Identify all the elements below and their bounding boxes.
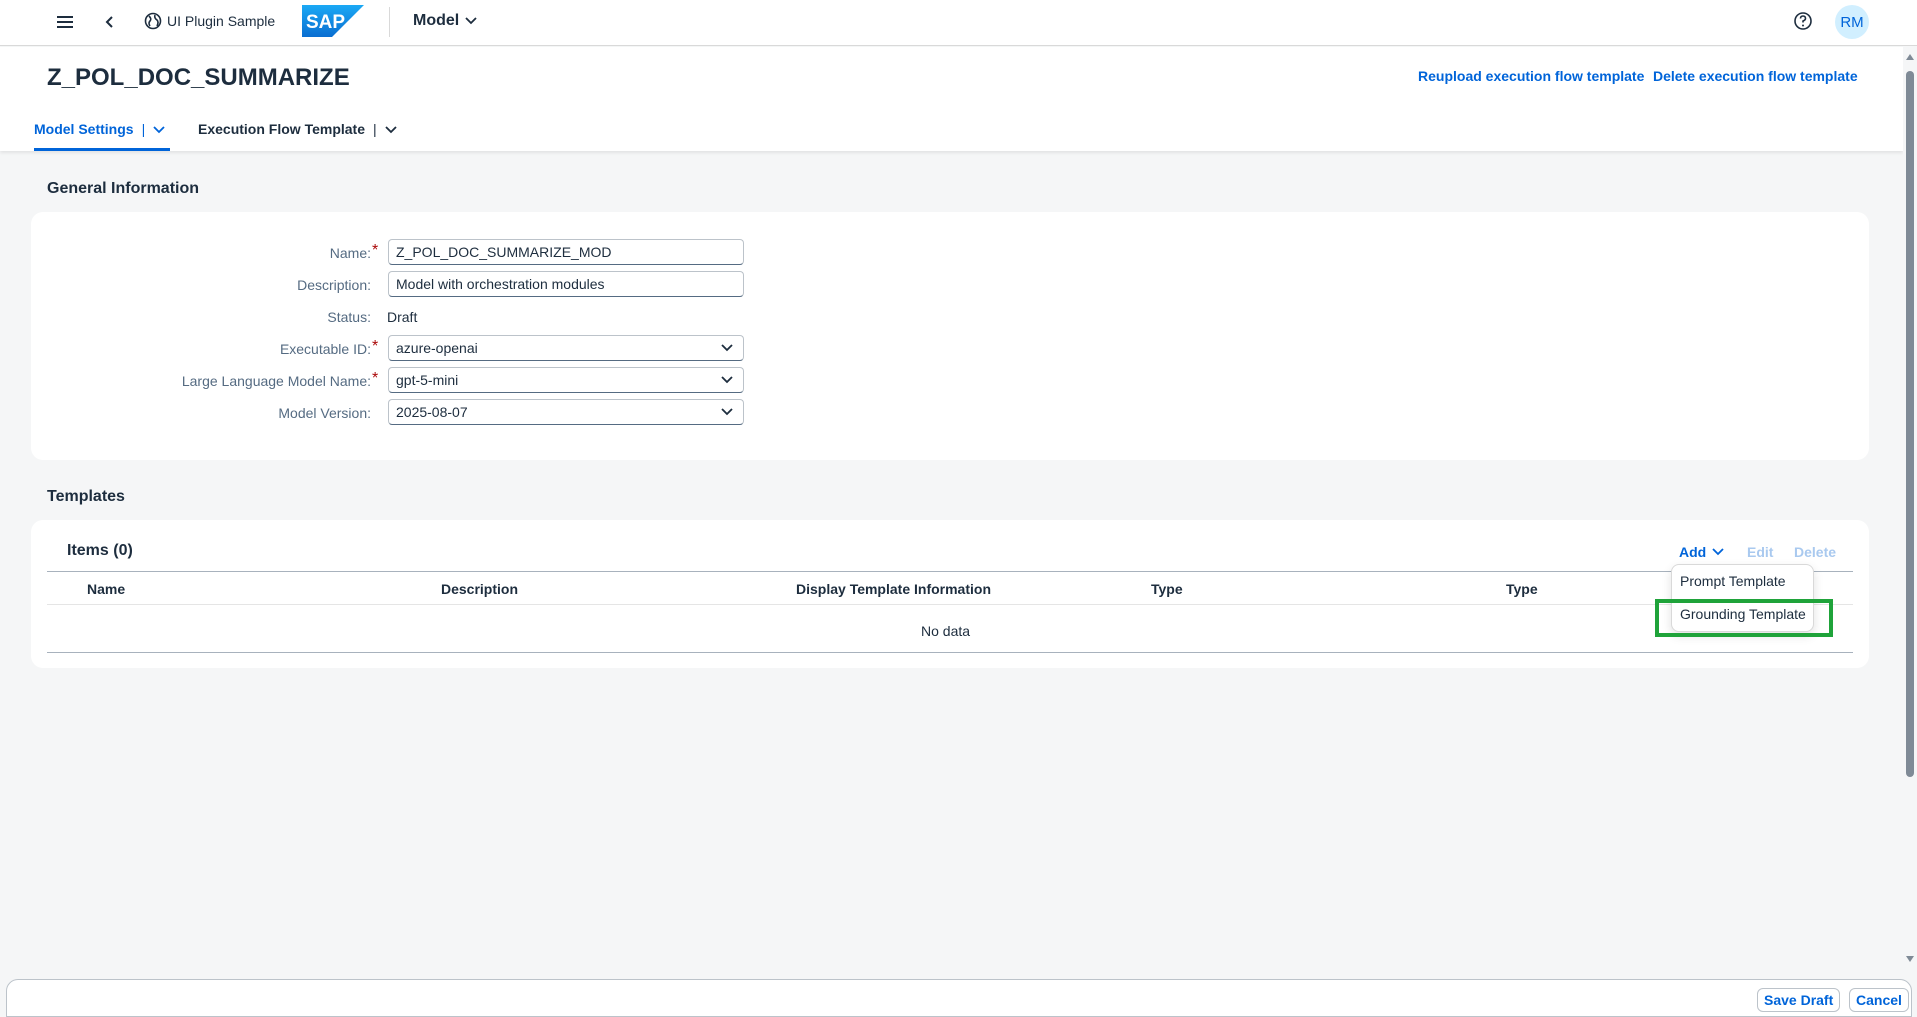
tab-model-settings[interactable]: Model Settings | [34,121,170,151]
model-version-row: Model Version: 2025-08-07 [31,399,751,427]
chevron-down-icon[interactable] [385,124,397,136]
scroll-down-arrow-icon[interactable] [1905,955,1915,963]
model-menu-button[interactable]: Model [413,12,477,30]
back-icon[interactable] [102,12,116,32]
items-count-title: Items (0) [67,542,133,559]
page-title: Z_POL_DOC_SUMMARIZE [47,64,350,91]
general-section-title: General Information [47,180,200,197]
chevron-down-icon[interactable] [721,344,733,352]
globe-icon [144,12,162,30]
object-header: Z_POL_DOC_SUMMARIZE Reupload execution f… [0,47,1903,151]
tab-execution-flow-template[interactable]: Execution Flow Template | [198,121,397,151]
llm-name-value: gpt-5-mini [396,372,459,388]
table-bottom-border [47,652,1853,653]
column-header-description[interactable]: Description [441,581,518,597]
scrollbar-thumb[interactable] [1906,71,1914,777]
sap-logo: SAP [302,5,364,37]
tab-label: Execution Flow Template [198,121,365,137]
name-row: Name: * Z_POL_DOC_SUMMARIZE_MOD [31,239,751,267]
app-title[interactable]: UI Plugin Sample [167,13,275,29]
status-row: Status: Draft [31,303,751,331]
svg-text:SAP: SAP [306,12,345,33]
chevron-down-icon[interactable] [721,376,733,384]
menu-item-prompt-template[interactable]: Prompt Template [1680,573,1786,589]
grounding-template-highlight [1655,599,1833,637]
status-label: Status: [327,309,371,325]
menu-icon[interactable] [55,12,75,32]
cancel-button[interactable]: Cancel [1849,988,1909,1012]
avatar[interactable]: RM [1835,5,1869,39]
name-input[interactable]: Z_POL_DOC_SUMMARIZE_MOD [388,239,744,265]
description-input[interactable]: Model with orchestration modules [388,271,744,297]
executable-id-row: Executable ID: * azure-openai [31,335,751,363]
column-header-type[interactable]: Type [1151,581,1183,597]
required-marker: * [372,338,379,355]
tab-label: Model Settings [34,121,134,137]
shell-bar: UI Plugin Sample SAP Model RM [0,0,1917,46]
column-header-type-2[interactable]: Type [1506,581,1538,597]
executable-id-value: azure-openai [396,340,478,356]
executable-id-select[interactable]: azure-openai [388,335,744,361]
llm-name-label: Large Language Model Name: [181,373,371,389]
name-label: Name: [329,245,371,261]
delete-button[interactable]: Delete [1794,544,1836,560]
llm-name-row: Large Language Model Name: * gpt-5-mini [31,367,751,395]
edit-button[interactable]: Edit [1747,544,1773,560]
templates-section-title: Templates [47,488,125,505]
model-menu-label: Model [413,12,460,29]
footer-toolbar: Save Draft Cancel [6,979,1912,1017]
save-draft-button[interactable]: Save Draft [1757,988,1841,1012]
chevron-down-icon [465,17,477,25]
executable-id-label: Executable ID: [279,341,371,357]
model-version-label: Model Version: [278,405,371,421]
reupload-template-link[interactable]: Reupload execution flow template [1418,68,1644,84]
llm-name-select[interactable]: gpt-5-mini [388,367,744,393]
model-version-select[interactable]: 2025-08-07 [388,399,744,425]
add-button[interactable]: Add [1679,544,1724,560]
table-header-bottom-border [47,604,1853,605]
chevron-down-icon[interactable] [721,408,733,416]
chevron-down-icon[interactable] [153,124,165,136]
empty-table-text: No data [921,623,971,639]
page-scrollbar[interactable] [1903,47,1917,969]
tab-separator: | [373,121,377,137]
tab-separator: | [141,121,146,137]
column-header-name[interactable]: Name [87,581,125,597]
shell-separator [389,7,390,37]
status-value: Draft [387,309,418,325]
required-marker: * [372,370,379,387]
table-header-top-border [47,571,1853,572]
model-version-value: 2025-08-07 [396,404,468,420]
required-marker: * [372,242,379,259]
delete-template-link[interactable]: Delete execution flow template [1653,68,1858,84]
templates-card: Items (0) Add Edit Delete Name Descripti… [31,520,1869,668]
description-label: Description: [297,277,371,293]
description-row: Description: Model with orchestration mo… [31,271,751,299]
scroll-up-arrow-icon[interactable] [1905,53,1915,61]
help-icon[interactable] [1793,11,1813,31]
chevron-down-icon [1712,548,1724,556]
add-label: Add [1679,544,1707,560]
column-header-display-template-information[interactable]: Display Template Information [796,581,991,597]
general-info-card: Name: * Z_POL_DOC_SUMMARIZE_MOD Descript… [31,212,1869,460]
